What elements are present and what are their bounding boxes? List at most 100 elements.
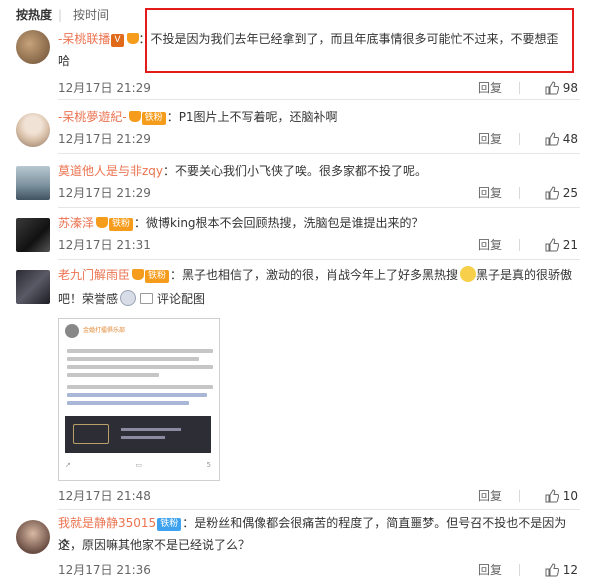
comment-meta: 12月17日 21:29 回复 48 [58,131,578,147]
avatar[interactable] [16,270,50,304]
like-count: 25 [562,186,578,200]
comment-item: 苏溱泽 铁粉 ：微博king根本不会回顾热搜，洗脑包是谁提出来的？ 12月17日 2… [0,212,592,260]
card-avatar [65,324,79,338]
cat-emoji-icon [460,266,477,282]
like-button[interactable]: 21 [545,237,578,253]
image-icon [140,293,154,304]
comment-time: 12月17日 21:29 [58,186,151,200]
reply-button[interactable]: 回复 [478,237,502,253]
comment-text: ：P1图片上不写着呢，还脑补啊 [166,110,338,124]
thumbs-up-icon [545,81,559,95]
comment-meta: 12月17日 21:31 回复 21 [58,237,578,253]
fan-badge: 铁粉 [157,518,182,531]
comment-meta: 12月17日 21:29 回复 25 [58,185,578,201]
comment-item: -呆桃夢遊紀- 铁粉 ：P1图片上不写着呢，还脑补啊 12月17日 21:29 回复… [0,104,592,152]
card-title: 金婚打擂俱乐部 [83,327,126,334]
like-count: 12 [562,563,578,577]
comment-text-continued: 个，原因嘛其他家不是已经说了么？ [58,538,251,552]
comment-time: 12月17日 21:36 [58,563,151,577]
card-like-count: 5 [206,461,211,469]
thumbs-up-icon [545,238,559,252]
comment-divider [58,259,580,260]
comment-divider [58,509,580,510]
avatar[interactable] [16,30,50,64]
face-emoji-icon [120,290,137,306]
comment-text-b: 黑子是真的很骄傲 [476,268,573,282]
card-text-line [67,401,189,405]
like-button[interactable]: 48 [545,131,578,147]
comment-item: 我就是静静35015 铁粉 ：是粉丝和偶像都会很痛苦的程度了，简直噩梦。但号召不投也… [0,512,592,582]
like-count: 21 [562,238,578,252]
reply-button[interactable]: 回复 [478,80,502,96]
comment-time: 12月17日 21:29 [58,132,151,146]
like-button[interactable]: 10 [545,488,578,504]
comment-image[interactable]: 金婚打擂俱乐部 ↗ ▭ 5 [58,318,220,481]
username-link[interactable]: 我就是静静35015 [58,516,156,530]
card-text-line [67,349,213,353]
avatar[interactable] [16,166,50,200]
comment-text: ：不要关心我们小飞侠了唉。很多家都不投了呢。 [163,164,428,178]
reply-button[interactable]: 回复 [478,185,502,201]
username-link[interactable]: 莫道他人是与非zqy [58,164,163,178]
comment-time: 12月17日 21:48 [58,489,151,503]
thumbs-up-icon [545,132,559,146]
reply-button[interactable]: 回复 [478,131,502,147]
card-text-line [67,385,213,389]
sort-time-tab[interactable]: 按时间 [73,7,109,23]
avatar[interactable] [16,218,50,252]
card-comment-icon: ▭ [135,461,143,469]
comment-time: 12月17日 21:31 [58,238,151,252]
username-link[interactable]: 老九门解雨臣 [58,268,130,282]
like-count: 10 [562,489,578,503]
comment-time: 12月17日 21:29 [58,81,151,95]
like-button[interactable]: 98 [545,80,578,96]
comment-meta: 12月17日 21:48 回复 10 [58,488,578,504]
highlight-box [145,8,574,73]
like-button[interactable]: 25 [545,185,578,201]
meta-divider [519,564,520,576]
reply-button[interactable]: 回复 [478,562,502,578]
comment-text: ：黑子也相信了，激动的很，肖战今年上了好多黑热搜 [170,268,459,282]
meta-divider [519,239,520,251]
card-text-line [67,393,207,397]
card-text-line [67,357,199,361]
comment-text: ：微博king根本不会回顾热搜，洗脑包是谁提出来的？ [134,216,424,230]
verified-badge: V [111,34,124,47]
comment-divider [58,99,580,100]
username-link[interactable]: -呆桃联播 [58,32,110,46]
comment-pic-link[interactable]: 评论配图 [157,292,205,306]
thumbs-up-icon [545,186,559,200]
username-link[interactable]: 苏溱泽 [58,216,94,230]
card-text-line [67,373,159,377]
meta-divider [519,133,520,145]
card-share-icon: ↗ [65,461,71,469]
meta-divider [519,490,520,502]
avatar[interactable] [16,113,50,147]
like-button[interactable]: 12 [545,562,578,578]
card-text-line [67,365,213,369]
comment-text-continued: 吧！荣誉感 [58,292,119,306]
meta-divider [519,187,520,199]
meta-divider [519,82,520,94]
sort-hot-tab[interactable]: 按热度 [16,7,52,23]
fan-badge: 铁粉 [141,112,166,125]
card-banner [65,416,211,453]
username-link[interactable]: -呆桃夢遊紀- [58,110,127,124]
crown-icon [96,217,109,228]
fan-badge: 铁粉 [145,270,170,283]
crown-icon [126,33,139,44]
comment-divider [58,153,580,154]
comment-meta: 12月17日 21:36 回复 12 [58,562,578,578]
comment-divider [58,207,580,208]
fan-badge: 铁粉 [109,218,134,231]
sort-separator: | [58,8,63,22]
like-count: 98 [562,81,578,95]
crown-icon [128,111,141,122]
reply-button[interactable]: 回复 [478,488,502,504]
card-actions: ↗ ▭ 5 [65,461,211,471]
thumbs-up-icon [545,563,559,577]
thumbs-up-icon [545,489,559,503]
comment-item: 莫道他人是与非zqy：不要关心我们小飞侠了唉。很多家都不投了呢。 12月17日 … [0,158,592,206]
like-count: 48 [562,132,578,146]
avatar[interactable] [16,520,50,554]
